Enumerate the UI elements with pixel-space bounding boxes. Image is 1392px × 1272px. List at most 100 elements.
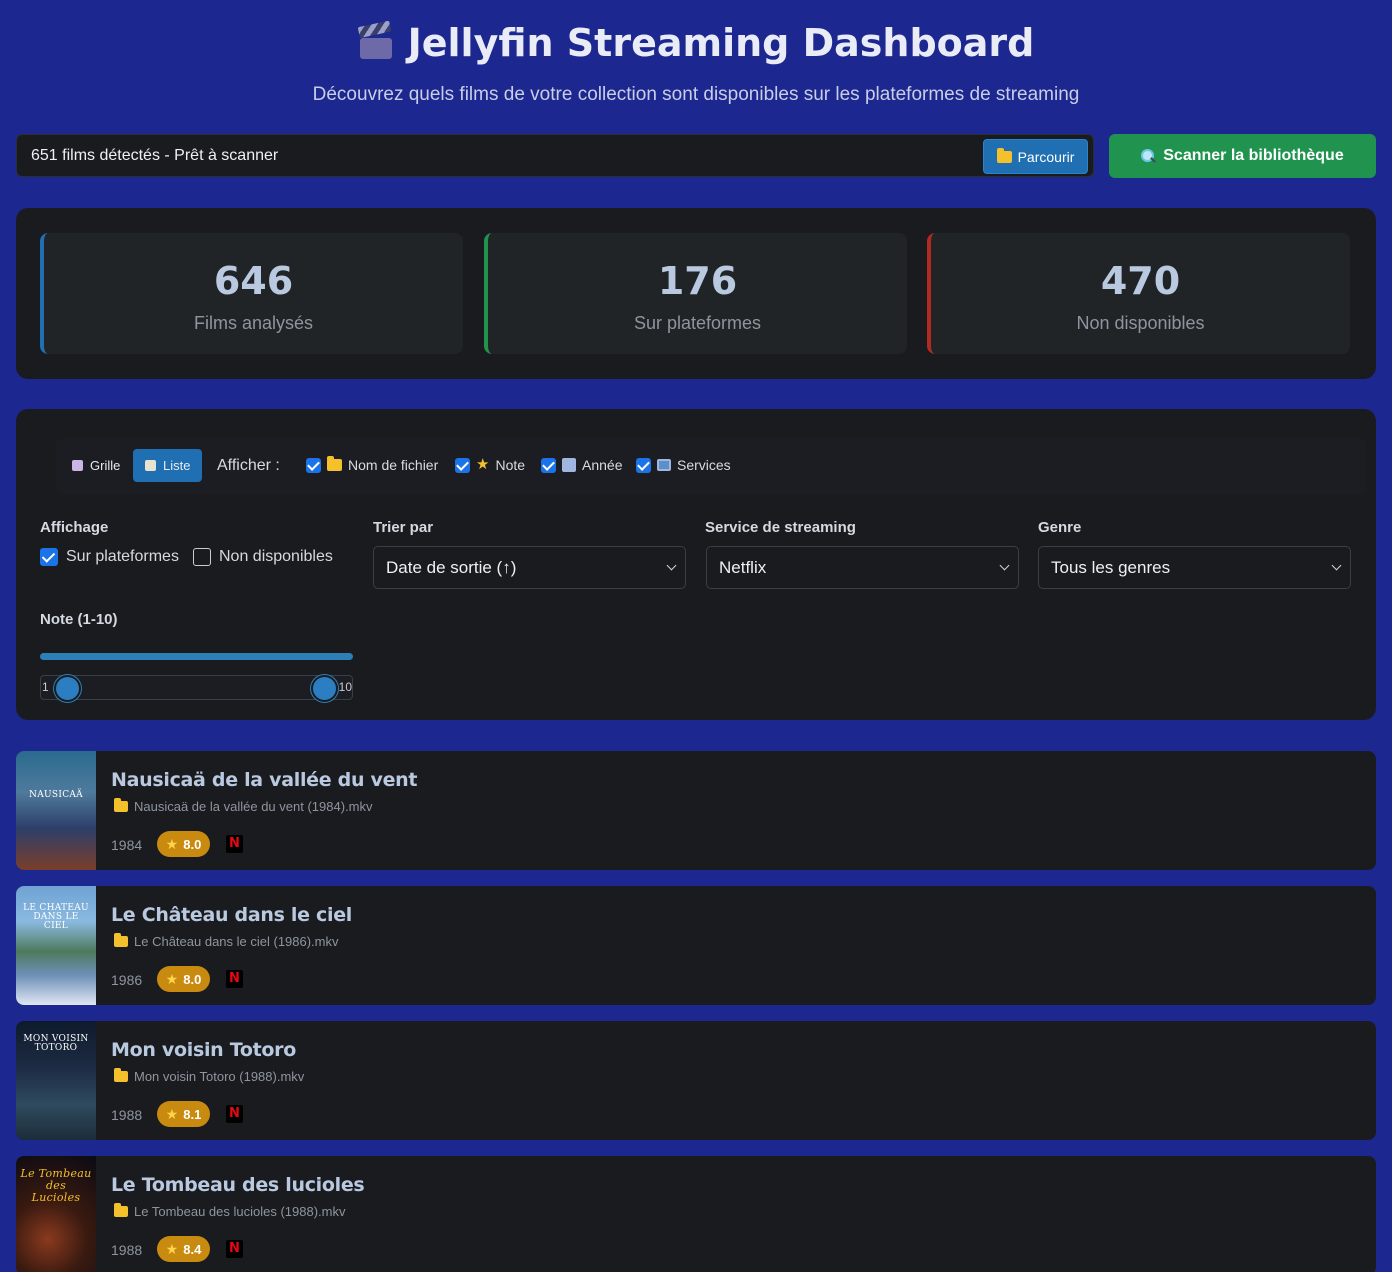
netflix-icon: N	[226, 1240, 243, 1258]
movie-poster: LE CHATEAU DANS LE CIEL	[16, 886, 96, 1005]
on-platforms-checkbox[interactable]	[40, 548, 58, 566]
movie-filename-text: Mon voisin Totoro (1988).mkv	[134, 1069, 305, 1084]
genre-select[interactable]: Tous les genres	[1038, 546, 1351, 589]
star-icon: ★	[476, 456, 490, 473]
service-select-value: Netflix	[719, 558, 767, 577]
movie-rating-value: 8.0	[183, 836, 202, 852]
unavailable-filter[interactable]: Non disponibles	[193, 548, 333, 566]
grid-view-button[interactable]: Grille	[60, 449, 132, 482]
show-rating-checkbox[interactable]	[455, 457, 470, 473]
calendar-icon	[562, 458, 576, 472]
star-icon: ★	[165, 970, 179, 987]
movie-title: Mon voisin Totoro	[111, 1039, 296, 1061]
movie-card[interactable]: LE CHATEAU DANS LE CIEL Le Château dans …	[16, 886, 1376, 1005]
show-services-option[interactable]: Services	[636, 457, 731, 473]
movie-filename: Nausicaä de la vallée du vent (1984).mkv	[114, 798, 373, 814]
movie-rating-badge: ★ 8.0	[157, 831, 210, 857]
view-toolbar: Grille Liste Afficher : Nom de fichier ★…	[56, 439, 1366, 495]
movie-title: Le Château dans le ciel	[111, 904, 352, 926]
magnifier-icon	[1141, 149, 1155, 163]
movie-filename-text: Nausicaä de la vallée du vent (1984).mkv	[134, 799, 373, 814]
sort-label: Trier par	[373, 519, 434, 536]
movie-year: 1984	[111, 837, 143, 853]
display-filter-label: Affichage	[40, 519, 109, 536]
movie-poster: MON VOISIN TOTORO	[16, 1021, 96, 1140]
movie-rating-badge: ★ 8.1	[157, 1101, 210, 1127]
stat-value: 470	[1100, 259, 1181, 303]
movie-card[interactable]: MON VOISIN TOTORO Mon voisin Totoro Mon …	[16, 1021, 1376, 1140]
service-label: Service de streaming	[705, 519, 856, 536]
sort-select[interactable]: Date de sortie (↑)	[373, 546, 686, 589]
poster-title: NAUSICAÄ	[29, 790, 83, 800]
service-select[interactable]: Netflix	[706, 546, 1019, 589]
movie-filename: Le Château dans le ciel (1986).mkv	[114, 933, 339, 949]
browse-button[interactable]: Parcourir	[983, 139, 1088, 174]
movie-rating-badge: ★ 8.0	[157, 966, 210, 992]
show-year-option[interactable]: Année	[541, 457, 622, 473]
star-icon: ★	[165, 1105, 179, 1122]
star-icon: ★	[165, 835, 179, 852]
library-path-bar[interactable]: 651 films détectés - Prêt à scanner Parc…	[16, 134, 1094, 177]
show-rating-label: Note	[495, 457, 526, 473]
genre-select-value: Tous les genres	[1051, 558, 1171, 577]
folder-icon	[327, 456, 342, 471]
movie-filename-text: Le Tombeau des lucioles (1988).mkv	[134, 1204, 346, 1219]
grid-icon	[72, 460, 83, 471]
netflix-icon: N	[226, 1105, 243, 1123]
chevron-down-icon	[666, 560, 677, 571]
show-filename-option[interactable]: Nom de fichier	[306, 456, 439, 473]
rating-min-label: 1	[42, 680, 49, 694]
rating-min-handle[interactable]	[54, 675, 81, 702]
browse-button-label: Parcourir	[1017, 148, 1075, 165]
page-subtitle: Découvrez quels films de votre collectio…	[312, 84, 1080, 105]
movie-year: 1988	[111, 1242, 143, 1258]
show-year-checkbox[interactable]	[541, 457, 556, 473]
scan-library-button[interactable]: Scanner la bibliothèque	[1109, 134, 1376, 178]
stat-card-analyzed: 646 Films analysés	[40, 233, 463, 354]
scan-status-text: 651 films détectés - Prêt à scanner	[31, 147, 279, 164]
folder-icon	[114, 1203, 128, 1217]
show-filename-checkbox[interactable]	[306, 457, 321, 473]
movie-rating-value: 8.1	[183, 1106, 202, 1122]
genre-label: Genre	[1038, 519, 1082, 536]
folder-icon	[114, 798, 128, 812]
rating-max-handle[interactable]	[311, 675, 338, 702]
movie-rating-value: 8.0	[183, 971, 202, 987]
movie-poster: Le Tombeau des Lucioles	[16, 1156, 96, 1272]
on-platforms-label: Sur plateformes	[66, 548, 179, 565]
stat-label: Non disponibles	[1076, 313, 1205, 333]
show-label: Afficher :	[217, 457, 280, 474]
tv-icon	[657, 459, 671, 471]
list-view-label: Liste	[163, 458, 191, 473]
poster-title: Le Tombeau des Lucioles	[20, 1167, 92, 1204]
movie-title: Nausicaä de la vallée du vent	[111, 769, 418, 791]
show-filename-label: Nom de fichier	[348, 457, 439, 473]
rating-range-slider[interactable]: 1 10	[40, 675, 353, 702]
folder-icon	[114, 1068, 128, 1082]
rating-range-track	[40, 653, 353, 660]
netflix-icon: N	[226, 970, 243, 988]
poster-title: LE CHATEAU DANS LE CIEL	[23, 903, 89, 931]
list-view-button[interactable]: Liste	[133, 449, 203, 482]
poster-title: MON VOISIN TOTORO	[23, 1034, 89, 1053]
stat-card-unavailable: 470 Non disponibles	[927, 233, 1350, 354]
rating-filter-label: Note (1-10)	[40, 611, 118, 628]
movie-filename: Mon voisin Totoro (1988).mkv	[114, 1068, 305, 1084]
movie-card[interactable]: NAUSICAÄ Nausicaä de la vallée du vent N…	[16, 751, 1376, 870]
folder-icon	[114, 933, 128, 947]
show-year-label: Année	[582, 457, 623, 473]
sort-select-value: Date de sortie (↑)	[386, 558, 517, 577]
stat-value: 646	[213, 259, 294, 303]
unavailable-checkbox[interactable]	[193, 548, 211, 566]
movie-card[interactable]: Le Tombeau des Lucioles Le Tombeau des l…	[16, 1156, 1376, 1272]
movie-filename: Le Tombeau des lucioles (1988).mkv	[114, 1203, 346, 1219]
stat-card-on-platforms: 176 Sur plateformes	[484, 233, 907, 354]
on-platforms-filter[interactable]: Sur plateformes	[40, 548, 179, 566]
chevron-down-icon	[999, 560, 1010, 571]
movie-filename-text: Le Château dans le ciel (1986).mkv	[134, 934, 339, 949]
star-icon: ★	[165, 1240, 179, 1257]
stat-label: Films analysés	[193, 313, 314, 333]
show-rating-option[interactable]: ★ Note	[455, 457, 525, 473]
show-services-checkbox[interactable]	[636, 457, 651, 473]
unavailable-label: Non disponibles	[219, 548, 333, 565]
